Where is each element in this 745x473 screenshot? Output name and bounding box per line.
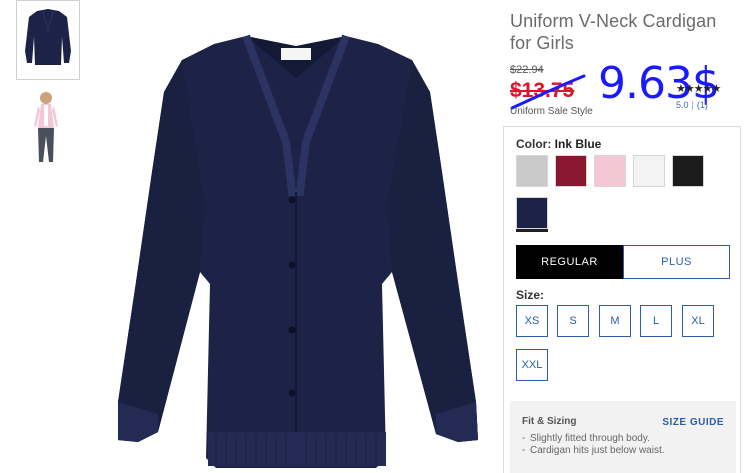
color-label-text: Color: xyxy=(516,137,552,151)
color-swatch-heather-gray[interactable] xyxy=(516,155,548,187)
color-swatch-burgundy[interactable] xyxy=(555,155,587,187)
size-button-xl[interactable]: XL xyxy=(682,305,714,337)
options-panel: Color: Ink Blue REGULAR PLUS Size: XS S … xyxy=(503,126,741,473)
color-swatch-pink[interactable] xyxy=(594,155,626,187)
fit-note: Slightly fitted through body. xyxy=(522,433,682,445)
main-product-image xyxy=(96,22,498,473)
size-button-xs[interactable]: XS xyxy=(516,305,548,337)
size-button-xxl[interactable]: XXL xyxy=(516,349,548,381)
size-button-l[interactable]: L xyxy=(640,305,672,337)
sale-style-label: Uniform Sale Style xyxy=(510,106,593,117)
color-swatch-white[interactable] xyxy=(633,155,665,187)
rating-meta: 5.0 | (1) xyxy=(676,100,708,110)
selected-color-name: Ink Blue xyxy=(554,137,602,151)
review-count-link[interactable]: (1) xyxy=(697,100,708,110)
size-guide-link[interactable]: SIZE GUIDE xyxy=(662,417,724,428)
thumbnail-list xyxy=(16,0,80,166)
model-thumbnail-image xyxy=(34,92,58,162)
rating-value: 5.0 xyxy=(676,100,689,110)
rating-stars[interactable]: ★★★★★ xyxy=(676,82,721,95)
color-label: Color: Ink Blue xyxy=(516,137,601,151)
fit-note: Cardigan hits just below waist. xyxy=(522,445,682,457)
size-label: Size: xyxy=(516,288,545,302)
color-swatch-ink-blue[interactable] xyxy=(516,197,548,229)
fit-sizing-notes: Slightly fitted through body. Cardigan h… xyxy=(522,433,682,457)
size-button-m[interactable]: M xyxy=(599,305,631,337)
product-info: Uniform V-Neck Cardigan for Girls $22.94… xyxy=(510,10,742,117)
thumbnail-cardigan-flat[interactable] xyxy=(16,0,80,80)
fit-plus-button[interactable]: PLUS xyxy=(623,245,730,279)
product-title: Uniform V-Neck Cardigan for Girls xyxy=(510,11,717,53)
fit-regular-button[interactable]: REGULAR xyxy=(516,245,623,279)
fit-sizing-section: Fit & Sizing SIZE GUIDE Slightly fitted … xyxy=(510,401,736,473)
fit-toggle: REGULAR PLUS xyxy=(516,245,730,279)
color-swatch-black[interactable] xyxy=(672,155,704,187)
fit-sizing-title: Fit & Sizing xyxy=(522,416,577,427)
selected-swatch-indicator xyxy=(516,229,548,232)
thumbnail-cardigan-on-model[interactable] xyxy=(16,86,80,166)
size-button-s[interactable]: S xyxy=(557,305,589,337)
price-block: $22.94 $13.75 9.63$ Uniform Sale Style ★… xyxy=(510,58,742,117)
cardigan-thumbnail-image xyxy=(25,9,71,65)
